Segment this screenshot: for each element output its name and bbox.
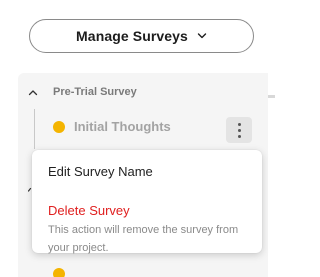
- chevron-up-icon[interactable]: [28, 89, 38, 96]
- status-dot-icon: [53, 268, 65, 277]
- survey-item-label: Initial Thoughts: [74, 119, 171, 134]
- kebab-menu-icon[interactable]: [226, 117, 252, 143]
- manage-surveys-label: Manage Surveys: [76, 28, 188, 44]
- scrollbar-track[interactable]: [268, 73, 275, 277]
- delete-survey-description: This action will remove the survey from …: [48, 224, 239, 254]
- manage-surveys-button[interactable]: Manage Surveys: [29, 19, 254, 53]
- delete-survey-menu-item[interactable]: Delete Survey: [48, 203, 130, 218]
- chevron-down-icon: [197, 32, 207, 40]
- status-dot-icon: [53, 121, 65, 133]
- scrollbar-thumb[interactable]: [268, 95, 275, 98]
- survey-sidebar-view: Manage Surveys Pre-Trial Survey Initial …: [0, 0, 275, 277]
- edit-survey-name-menu-item[interactable]: Edit Survey Name: [48, 164, 153, 179]
- survey-group-header[interactable]: Pre-Trial Survey: [28, 84, 137, 100]
- survey-group-label: Pre-Trial Survey: [53, 86, 137, 98]
